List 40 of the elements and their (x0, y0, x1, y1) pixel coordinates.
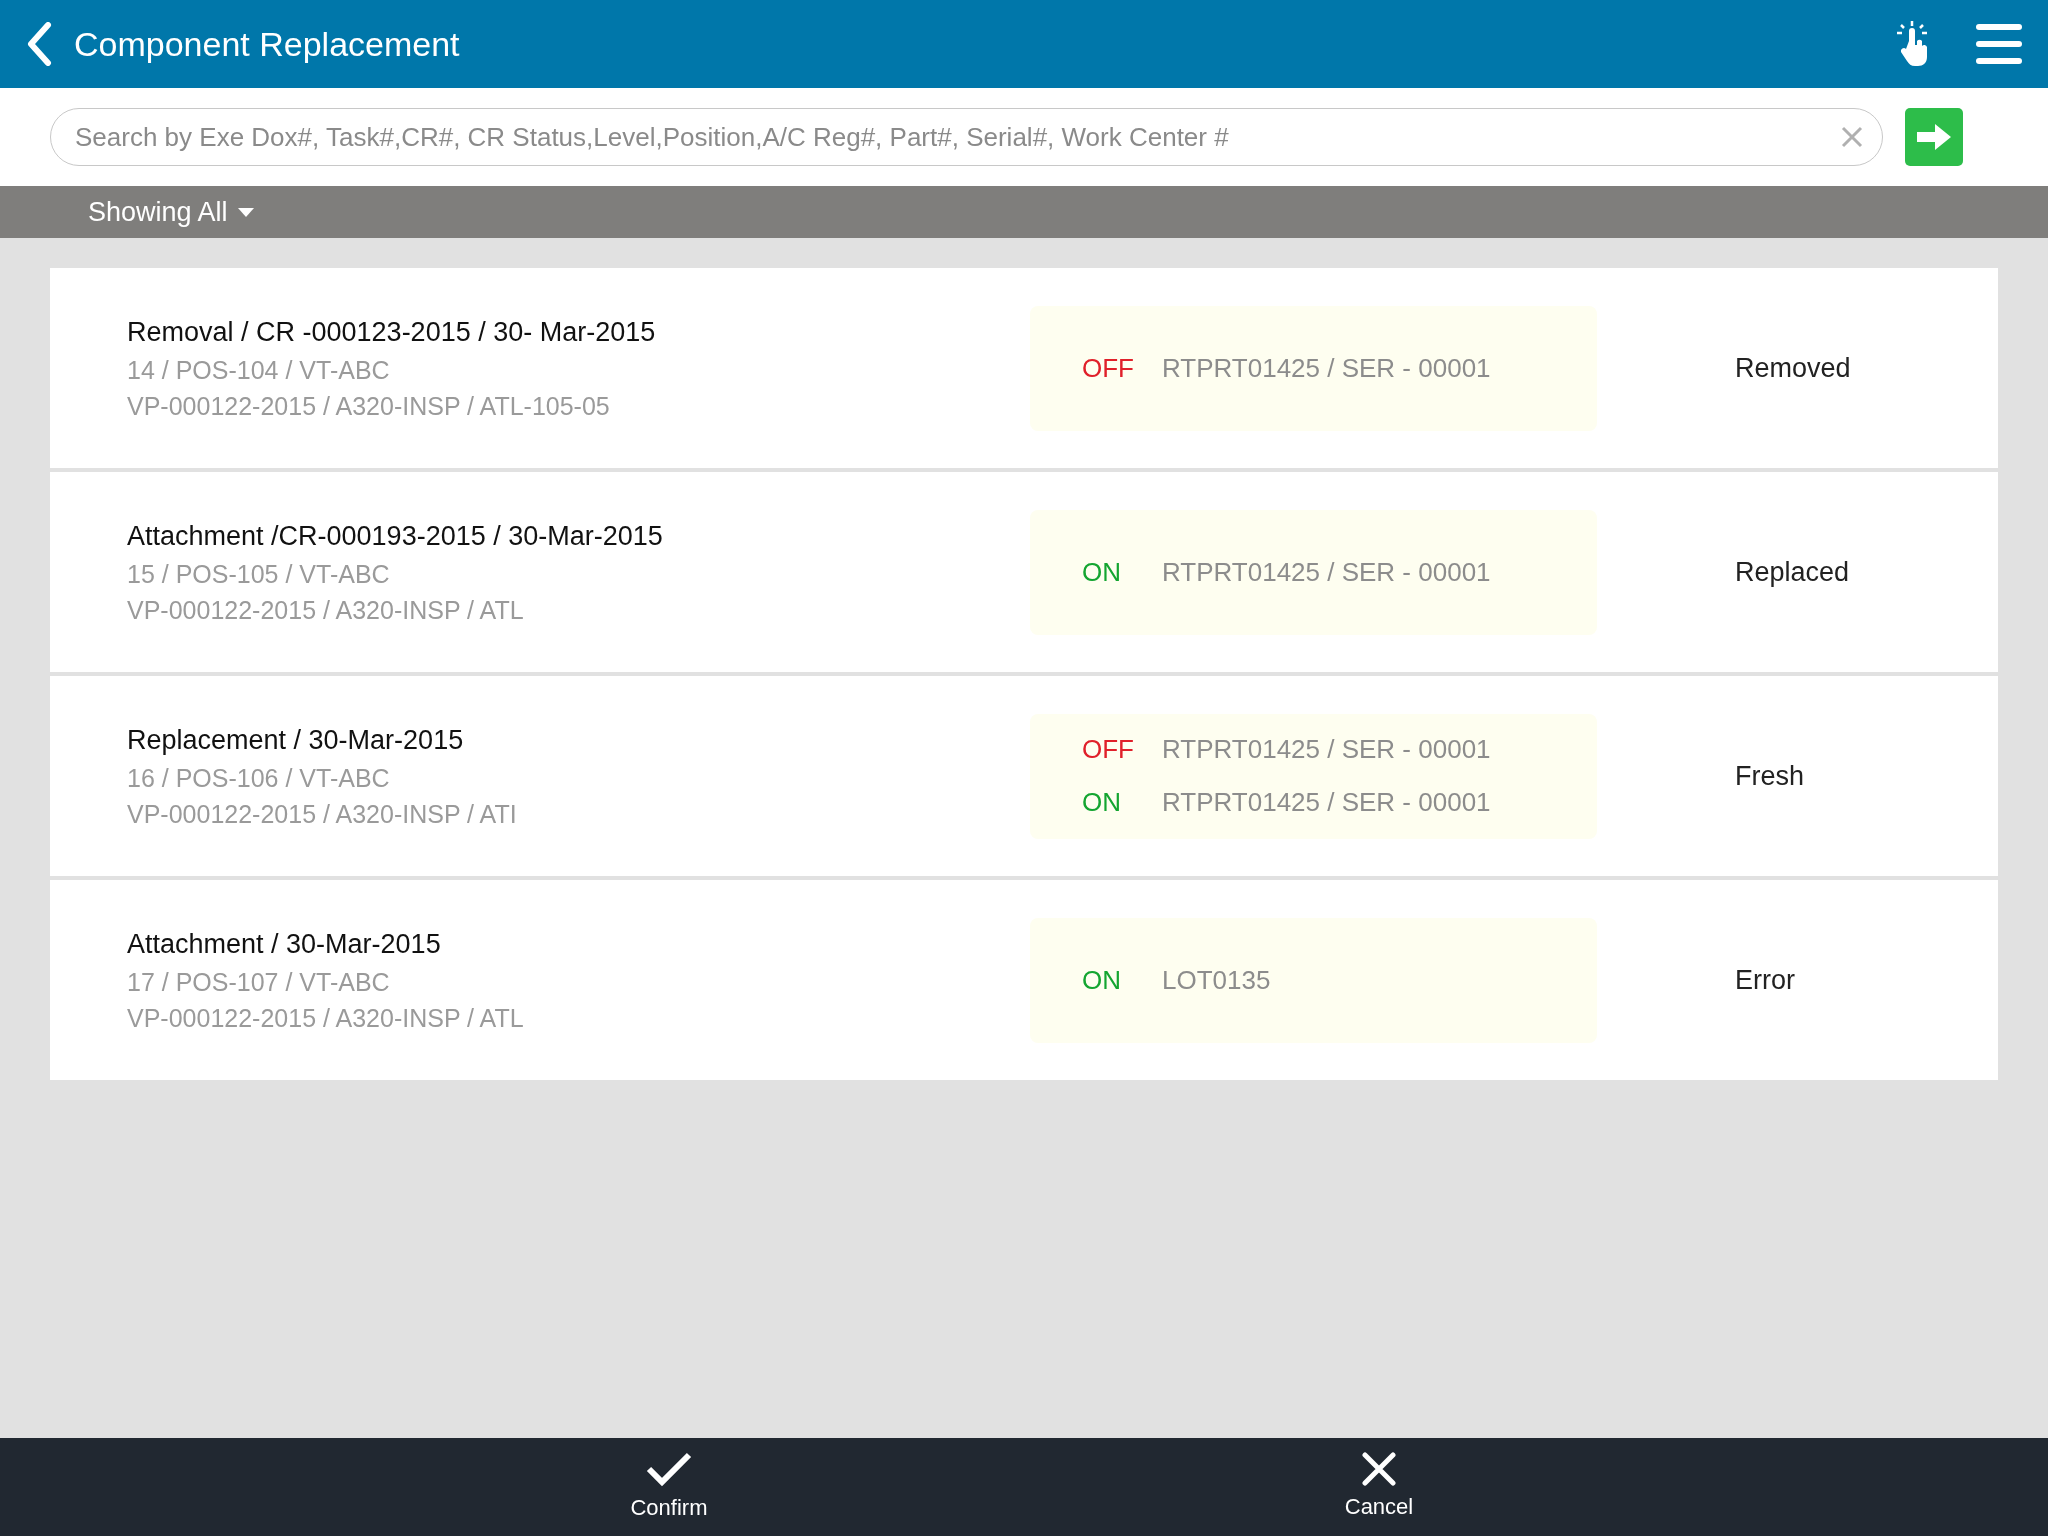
arrow-right-icon (1917, 124, 1951, 150)
checkmark-icon (646, 1450, 692, 1487)
record-title: Attachment /CR-000193-2015 / 30-Mar-2015 (127, 520, 664, 553)
record-status: Removed (1735, 351, 1851, 385)
record-card[interactable]: Replacement / 30-Mar-2015 16 / POS-106 / VT-ABC VP-000122-2015 / A320-INSP / ATI OFF RTPRT01425 / SER - 00001 ON RTPRT01425 / SER - 00001 Fresh (50, 676, 1998, 876)
part-serial: LOT0135 (1162, 963, 1271, 997)
record-status: Error (1735, 963, 1795, 997)
screen-title: Component Replacement (74, 23, 460, 65)
part-state: ON (1082, 555, 1122, 589)
search-field[interactable]: Search by Exe Dox#, Task#,CR#, CR Status,Level,Position,A/C Reg#, Part#, Serial#, Work Center # (50, 108, 1883, 166)
part-serial: RTPRT01425 / SER - 00001 (1162, 786, 1491, 819)
part-state: ON (1082, 963, 1122, 997)
record-detail: 17 / POS-107 / VT-ABC (127, 967, 391, 998)
record-detail: 14 / POS-104 / VT-ABC (127, 355, 391, 386)
part-state: OFF (1082, 351, 1135, 385)
part-serial: RTPRT01425 / SER - 00001 (1162, 555, 1491, 589)
cancel-button[interactable]: Cancel (1314, 1438, 1444, 1536)
part-serial: RTPRT01425 / SER - 00001 (1162, 351, 1491, 385)
record-title: Removal / CR -000123-2015 / 30- Mar-2015 (127, 316, 657, 349)
confirm-button[interactable]: Confirm (604, 1438, 734, 1536)
record-detail: 15 / POS-105 / VT-ABC (127, 559, 391, 590)
record-status: Replaced (1735, 555, 1850, 589)
close-icon (1362, 1451, 1396, 1486)
part-state: ON (1082, 786, 1122, 819)
record-card[interactable]: Attachment /CR-000193-2015 / 30-Mar-2015 15 / POS-105 / VT-ABC VP-000122-2015 / A320-INSP / ATL ON RTPRT01425 / SER - 00001 Replaced (50, 472, 1998, 672)
record-status: Fresh (1735, 759, 1805, 793)
record-title: Attachment / 30-Mar-2015 (127, 928, 442, 961)
record-card[interactable]: Attachment / 30-Mar-2015 17 / POS-107 / VT-ABC VP-000122-2015 / A320-INSP / ATL ON LOT0135 Error (50, 880, 1998, 1080)
record-detail: VP-000122-2015 / A320-INSP / ATI (127, 799, 518, 830)
record-detail: VP-000122-2015 / A320-INSP / ATL (127, 1003, 525, 1034)
filter-dropdown[interactable]: Showing All (88, 191, 254, 233)
record-detail: VP-000122-2015 / A320-INSP / ATL (127, 595, 525, 626)
record-detail: 16 / POS-106 / VT-ABC (127, 763, 391, 794)
record-detail: VP-000122-2015 / A320-INSP / ATL-105-05 (127, 391, 611, 422)
part-state: OFF (1082, 733, 1135, 766)
part-serial: RTPRT01425 / SER - 00001 (1162, 733, 1491, 766)
menu-icon[interactable] (1976, 24, 2022, 64)
caret-icon (237, 207, 254, 217)
record-card[interactable]: Removal / CR -000123-2015 / 30- Mar-2015 14 / POS-104 / VT-ABC VP-000122-2015 / A320-INSP / ATL-105-05 OFF RTPRT01425 / SER - 00001 Removed (50, 268, 1998, 468)
record-title: Replacement / 30-Mar-2015 (127, 724, 465, 757)
